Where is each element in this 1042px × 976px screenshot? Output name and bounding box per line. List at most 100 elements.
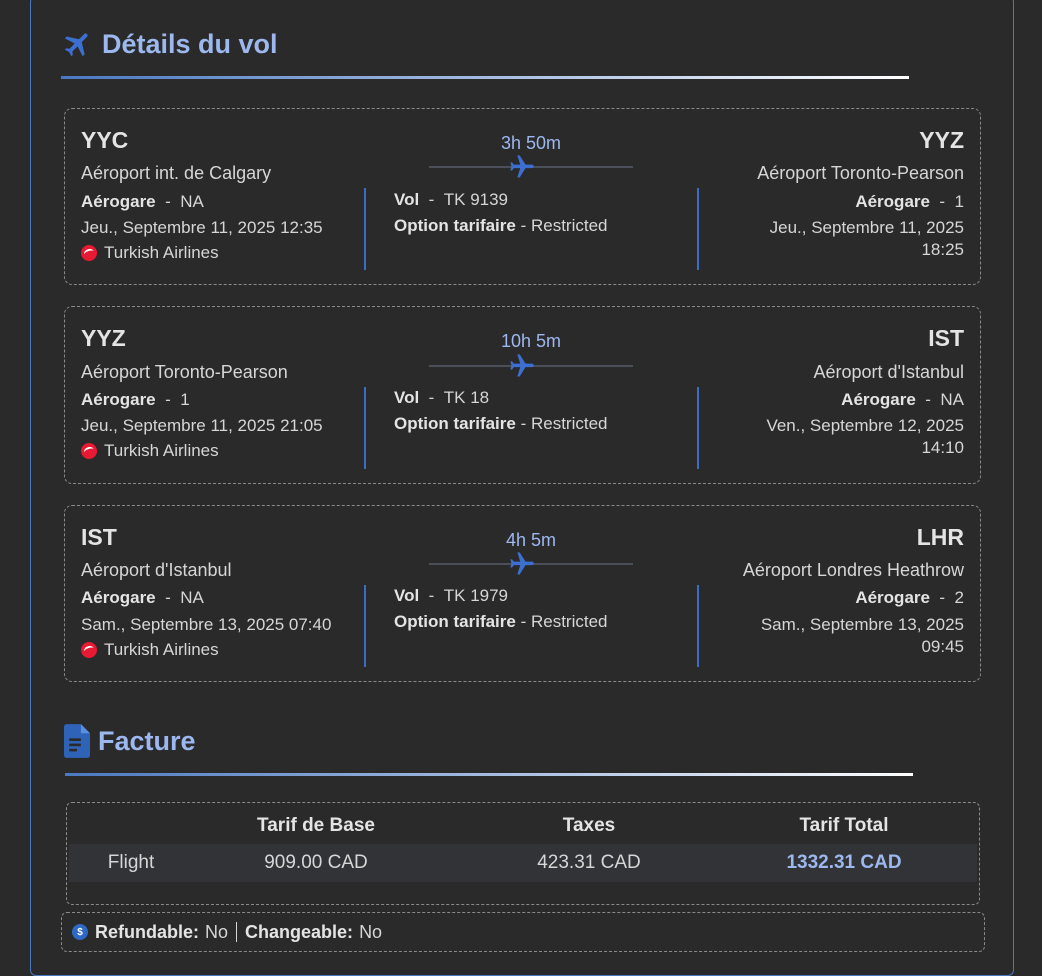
origin-airport: Aéroport Toronto-Pearson — [81, 362, 288, 382]
terminal-label: Aérogare — [81, 390, 156, 409]
row-label: Flight — [107, 852, 155, 873]
destination-code: IST — [928, 325, 964, 351]
invoice-heading: Facture — [64, 724, 196, 758]
flight-segment-card: IST Aéroport d'Istanbul Aérogare - NA Sa… — [64, 505, 981, 682]
table-row: Flight 909.00 CAD 423.31 CAD 1332.31 CAD — [69, 844, 977, 882]
flight-number: Vol - TK 1979 — [394, 586, 509, 605]
airline-name: Turkish Airlines — [104, 243, 219, 262]
column-header-taxes: Taxes — [562, 815, 616, 836]
flight-duration: 10h 5m — [500, 331, 562, 351]
flight-number: Vol - TK 18 — [394, 388, 490, 407]
terminal-value: 1 — [954, 192, 964, 211]
divider — [697, 585, 699, 667]
origin-code: YYZ — [81, 325, 126, 351]
taxes-value: 423.31 CAD — [537, 852, 641, 873]
refundable-label: Refundable: — [95, 921, 200, 942]
flight-duration: 3h 50m — [500, 133, 562, 153]
flight-label: Vol — [394, 586, 420, 605]
divider — [697, 387, 699, 469]
destination-terminal: Aérogare - 2 — [855, 588, 964, 607]
terminal-value: NA — [940, 390, 964, 409]
airplane-icon — [62, 28, 94, 60]
airline: Turkish Airlines — [81, 243, 219, 263]
arrival-date: Sam., Septembre 13, 2025 — [760, 615, 964, 634]
fare-option-value: Restricted — [530, 216, 608, 235]
airline: Turkish Airlines — [81, 640, 219, 660]
airline-name: Turkish Airlines — [104, 441, 219, 460]
fare-option-value: Restricted — [530, 612, 608, 631]
airplane-icon — [507, 153, 537, 186]
departure-datetime: Jeu., Septembre 11, 2025 21:05 — [81, 416, 323, 435]
flight-segment-card: YYC Aéroport int. de Calgary Aérogare - … — [64, 108, 981, 285]
flight-label: Vol — [394, 190, 420, 209]
fare-option: Option tarifaire - Restricted — [394, 216, 608, 235]
origin-terminal: Aérogare - NA — [81, 192, 204, 211]
terminal-label: Aérogare — [841, 390, 916, 409]
terminal-label: Aérogare — [81, 192, 156, 211]
arrival-time: 14:10 — [921, 438, 964, 457]
terminal-value: 1 — [180, 390, 190, 409]
column-header-total: Tarif Total — [799, 815, 889, 836]
arrival-time: 09:45 — [921, 637, 964, 656]
refundable-value: No — [205, 921, 229, 942]
flight-number: Vol - TK 9139 — [394, 190, 509, 209]
destination-terminal: Aérogare - 1 — [855, 192, 964, 211]
destination-code: YYZ — [919, 127, 964, 153]
turkish-airlines-logo — [81, 642, 97, 658]
origin-code: IST — [81, 524, 117, 550]
document-icon — [64, 724, 90, 758]
terminal-value: NA — [180, 588, 204, 607]
fare-label: Option tarifaire — [394, 216, 516, 235]
destination-airport: Aéroport Toronto-Pearson — [757, 163, 964, 183]
base-fare-value: 909.00 CAD — [264, 852, 368, 873]
arrival-date: Jeu., Septembre 11, 2025 — [769, 218, 964, 237]
terminal-label: Aérogare — [81, 588, 156, 607]
turkish-airlines-logo — [81, 245, 97, 261]
fare-label: Option tarifaire — [394, 612, 516, 631]
changeable-label: Changeable: — [245, 921, 354, 942]
arrival-time: 18:25 — [921, 240, 964, 259]
departure-datetime: Sam., Septembre 13, 2025 07:40 — [81, 615, 332, 634]
changeable-value: No — [359, 921, 383, 942]
fare-option: Option tarifaire - Restricted — [394, 612, 608, 631]
invoice-table: Tarif de Base Taxes Tarif Total Flight 9… — [66, 802, 980, 905]
fare-label: Option tarifaire — [394, 414, 516, 433]
origin-airport: Aéroport int. de Calgary — [81, 163, 272, 183]
flight-segment-card: YYZ Aéroport Toronto-Pearson Aérogare - … — [64, 306, 981, 484]
terminal-label: Aérogare — [855, 192, 930, 211]
fare-policy-bar: $ Refundable: No Changeable: No — [61, 912, 985, 952]
fare-option-value: Restricted — [530, 414, 608, 433]
arrival-date: Ven., Septembre 12, 2025 — [766, 416, 964, 435]
destination-airport: Aéroport Londres Heathrow — [742, 560, 964, 580]
terminal-value: NA — [180, 192, 204, 211]
destination-terminal: Aérogare - NA — [841, 390, 964, 409]
origin-terminal: Aérogare - NA — [81, 588, 204, 607]
origin-airport: Aéroport d'Istanbul — [81, 560, 232, 580]
separator — [236, 922, 238, 942]
turkish-airlines-logo — [81, 443, 97, 459]
total-fare-value: 1332.31 CAD — [786, 852, 902, 873]
divider — [364, 387, 366, 469]
destination-code: LHR — [916, 524, 964, 550]
airplane-icon — [507, 352, 537, 385]
flight-number-value: TK 18 — [443, 388, 490, 407]
flight-label: Vol — [394, 388, 420, 407]
origin-code: YYC — [81, 127, 129, 153]
divider — [364, 585, 366, 667]
flight-number-value: TK 1979 — [443, 586, 509, 605]
fare-option: Option tarifaire - Restricted — [394, 414, 608, 433]
airplane-icon — [507, 550, 537, 583]
invoice-title: Facture — [98, 725, 196, 756]
airline-name: Turkish Airlines — [104, 640, 219, 659]
flight-details-title: Détails du vol — [102, 28, 278, 59]
origin-terminal: Aérogare - 1 — [81, 390, 190, 409]
dollar-coin-icon: $ — [72, 924, 88, 940]
flight-details-divider — [61, 76, 909, 79]
terminal-value: 2 — [954, 588, 964, 607]
terminal-label: Aérogare — [855, 588, 930, 607]
destination-airport: Aéroport d'Istanbul — [813, 362, 964, 382]
flight-details-heading: Détails du vol — [62, 28, 278, 60]
column-header-base-fare: Tarif de Base — [257, 815, 375, 836]
divider — [697, 188, 699, 270]
airline: Turkish Airlines — [81, 441, 219, 461]
